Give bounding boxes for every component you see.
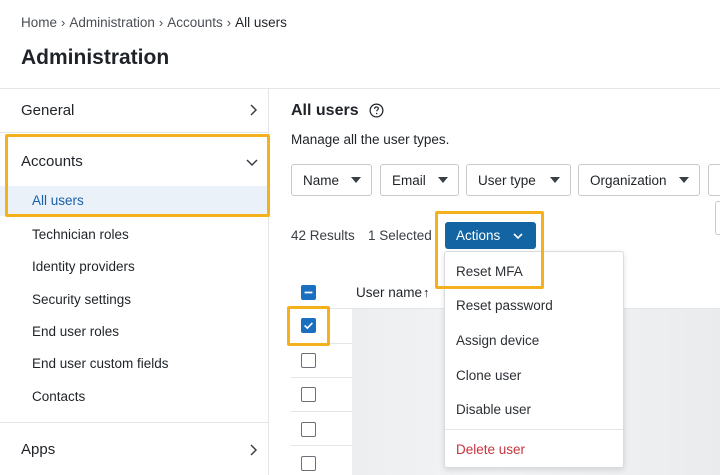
sidebar-section-label: General [21,102,75,119]
chevron-down-icon [513,233,523,240]
select-all-checkbox[interactable] [301,285,316,300]
table-row-divider [291,411,352,412]
sidebar-separator [0,422,268,423]
results-count: 42 Results [291,228,355,243]
chevron-down-icon [244,154,260,170]
sidebar-item-label: End user custom fields [32,356,169,371]
sidebar-item-label: Identity providers [32,259,135,274]
sidebar-separator [0,132,268,133]
menu-item-delete-user[interactable]: Delete user [445,433,623,465]
caret-down-icon [550,177,560,183]
selected-count: 1 Selected [368,228,432,243]
actions-button[interactable]: Actions [445,222,536,249]
sidebar-item-identity-providers[interactable]: Identity providers [0,252,268,282]
chevron-right-icon [245,442,261,458]
menu-item-disable-user[interactable]: Disable user [445,393,623,425]
chevron-right-icon [245,102,261,118]
filter-label: Organization [590,172,667,188]
filter-more-dropdown[interactable] [708,164,720,196]
breadcrumb: Home › Administration › Accounts › All u… [21,15,287,30]
breadcrumb-administration[interactable]: Administration [69,15,155,30]
sidebar-item-label: End user roles [32,324,120,339]
sidebar-item-label: Contacts [32,389,86,404]
row-checkbox[interactable] [301,422,316,437]
menu-item-assign-device[interactable]: Assign device [445,324,623,356]
sidebar-item-label: Security settings [32,292,132,307]
filter-label: Email [392,172,426,188]
row-checkbox[interactable] [301,456,316,471]
row-checkbox[interactable] [301,387,316,402]
caret-down-icon [351,177,361,183]
sidebar: General Accounts All users Technician ro… [0,89,268,475]
breadcrumb-separator-icon: › [158,15,164,30]
sidebar-item-all-users[interactable]: All users [0,186,268,216]
breadcrumb-accounts[interactable]: Accounts [167,15,223,30]
sort-ascending-icon: ↑ [423,285,430,300]
sidebar-section-accounts[interactable]: Accounts [0,146,268,176]
sidebar-item-end-user-custom-fields[interactable]: End user custom fields [0,349,268,379]
menu-item-reset-password[interactable]: Reset password [445,289,623,321]
column-header-user-name[interactable]: User name↑ [356,285,430,300]
help-icon[interactable] [369,103,384,118]
breadcrumb-separator-icon: › [61,15,66,30]
sidebar-section-general[interactable]: General [0,89,268,132]
page-title: Administration [21,46,170,69]
sidebar-item-label: All users [32,193,84,208]
filter-name-dropdown[interactable]: Name [291,164,372,196]
sidebar-item-label: Technician roles [32,227,129,242]
caret-down-icon [679,177,689,183]
row-checkbox[interactable] [301,353,316,368]
sidebar-item-technician-roles[interactable]: Technician roles [0,220,268,250]
sidebar-divider [268,89,269,475]
table-row-divider [291,377,352,378]
sidebar-section-label: Accounts [21,153,83,170]
table-row-divider [291,343,352,344]
actions-button-label: Actions [456,228,501,243]
sidebar-item-security-settings[interactable]: Security settings [0,285,268,315]
breadcrumb-separator-icon: › [226,15,232,30]
sidebar-section-apps[interactable]: Apps [0,435,268,465]
section-description: Manage all the user types. [291,132,450,147]
table-row-divider [291,445,352,446]
section-title: All users [291,102,359,119]
row-checkbox[interactable] [301,318,316,333]
filter-email-dropdown[interactable]: Email [380,164,459,196]
breadcrumb-home[interactable]: Home [21,15,57,30]
sidebar-item-contacts[interactable]: Contacts [0,382,268,412]
filter-user-type-dropdown[interactable]: User type [466,164,571,196]
sidebar-section-label: Apps [21,441,56,458]
caret-down-icon [438,177,448,183]
menu-separator [445,429,623,430]
menu-item-reset-mfa[interactable]: Reset MFA [445,255,623,287]
filter-label: Name [303,172,340,188]
filter-organization-dropdown[interactable]: Organization [578,164,700,196]
toolbar-button[interactable] [715,201,720,235]
filter-label: User type [478,172,536,188]
actions-menu: Reset MFA Reset password Assign device C… [444,251,624,468]
sidebar-item-end-user-roles[interactable]: End user roles [0,317,268,347]
menu-item-clone-user[interactable]: Clone user [445,359,623,391]
breadcrumb-all-users: All users [235,15,287,30]
